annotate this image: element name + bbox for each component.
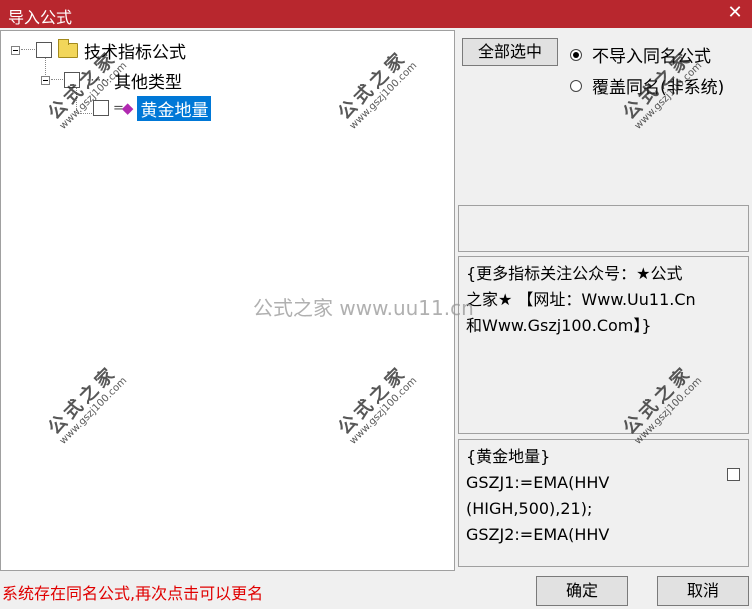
radio-no-import-label: 不导入同名公式 (592, 47, 711, 67)
title-bar: 导入公式 ✕ (0, 0, 752, 28)
collapse-icon[interactable] (41, 75, 50, 85)
radio-overwrite[interactable]: 覆盖同名(非系统) (570, 73, 724, 98)
tree-node-leaf[interactable]: = ◆ 黄金地量 (93, 95, 212, 121)
formula-checkbox[interactable] (727, 468, 740, 481)
radio-overwrite-dot[interactable] (570, 79, 582, 92)
radio-overwrite-label: 覆盖同名(非系统) (592, 78, 725, 98)
info-line: 之家★ 【网址：Www.Uu11.Cn (466, 290, 696, 309)
radio-no-import-dot[interactable] (570, 48, 582, 61)
tree-node-other[interactable]: ⋯⋯ 其他类型 (41, 69, 182, 93)
connector-icon: = (113, 100, 124, 116)
formula-tree[interactable]: 技术指标公式 ⋯⋯ 其他类型 = ◆ 黄金地量 (0, 30, 455, 571)
gem-icon: ◆ (121, 99, 134, 117)
folder-icon (58, 38, 78, 58)
leaf-checkbox[interactable] (93, 100, 109, 116)
formula-preview[interactable]: {黄金地量} GSZJ1:=EMA(HHV (HIGH,500),21); GS… (458, 439, 749, 567)
info-box: {更多指标关注公众号：★公式 之家★ 【网址：Www.Uu11.Cn 和Www.… (458, 256, 749, 434)
radio-no-import[interactable]: 不导入同名公式 (570, 42, 711, 67)
dots-icon: ⋯⋯ (86, 72, 110, 88)
formula-line: GSZJ2:=EMA(HHV (466, 525, 610, 544)
tree-node-label-selected[interactable]: 黄金地量 (137, 95, 212, 121)
close-icon[interactable]: ✕ (724, 2, 746, 24)
formula-line: {黄金地量} (466, 447, 551, 466)
select-all-button[interactable]: 全部选中 (462, 38, 558, 66)
status-message: 系统存在同名公式,再次点击可以更名 (2, 584, 264, 603)
window-title: 导入公式 (8, 8, 73, 27)
info-line: {更多指标关注公众号：★公式 (466, 264, 683, 283)
formula-line: (HIGH,500),21); (466, 499, 593, 518)
root-checkbox[interactable] (36, 42, 52, 58)
ok-button[interactable]: 确定 (536, 576, 628, 606)
other-checkbox[interactable] (64, 72, 80, 88)
cancel-button[interactable]: 取消 (657, 576, 749, 606)
formula-line: GSZJ1:=EMA(HHV (466, 473, 610, 492)
info-line: 和Www.Gszj100.Com】} (466, 316, 652, 335)
collapse-icon[interactable] (11, 45, 20, 55)
tree-node-root[interactable]: 技术指标公式 (11, 38, 186, 63)
tree-node-label: 其他类型 (114, 72, 182, 93)
description-box (458, 205, 749, 252)
tree-node-label: 技术指标公式 (84, 42, 186, 63)
